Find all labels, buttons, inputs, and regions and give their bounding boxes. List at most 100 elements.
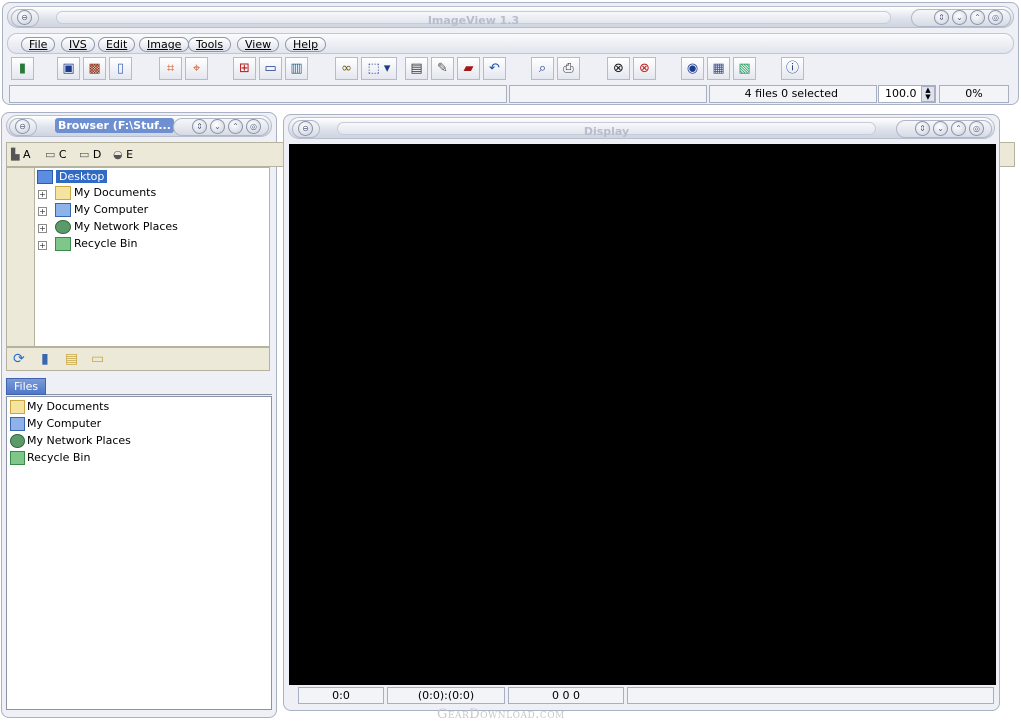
display-maximize-icon[interactable]: ⌃ <box>951 121 966 136</box>
print-icon[interactable]: ⎙ <box>557 57 580 80</box>
network-icon <box>10 434 25 448</box>
drive-a[interactable]: ▙ A <box>11 148 31 161</box>
cancel-black-icon[interactable]: ⊗ <box>607 57 630 80</box>
display-minimize-icon[interactable]: ⌄ <box>933 121 948 136</box>
computer-icon[interactable]: ▮ <box>41 351 49 367</box>
crop-icon[interactable]: ⌗ <box>159 57 182 80</box>
filmstrip-icon[interactable]: ▥ <box>285 57 308 80</box>
cursor-position-status: 0:0 <box>298 687 384 704</box>
computer-icon <box>10 417 25 431</box>
hard-drive-icon: ▭ <box>45 148 56 161</box>
tree-item-label: My Computer <box>74 203 149 216</box>
display-close-icon[interactable]: ◎ <box>969 121 984 136</box>
maximize-icon[interactable]: ⌃ <box>970 10 985 25</box>
folder-tree[interactable]: Desktop + My Documents + My Computer + M… <box>6 167 270 347</box>
display-titlebar[interactable]: ⊖ Display ⇕ ⌄ ⌃ ◎ <box>288 117 995 139</box>
restore-icon[interactable]: ⇕ <box>934 10 949 25</box>
drive-d[interactable]: ▭ D <box>79 148 101 161</box>
exit-icon[interactable]: ▮ <box>11 57 34 80</box>
tab-strip <box>46 378 272 395</box>
minimize-icon[interactable]: ⌄ <box>952 10 967 25</box>
zoom-spinner-icon[interactable]: ▲ ▼ <box>921 86 935 102</box>
drive-d-label: D <box>92 148 102 161</box>
file-item-label: Recycle Bin <box>27 451 91 464</box>
network-icon <box>55 220 71 234</box>
help-icon[interactable]: ⓘ <box>781 57 804 80</box>
menu-help[interactable]: Help <box>285 37 327 52</box>
monitor-icon[interactable]: ▭ <box>259 57 282 80</box>
folders-icon[interactable]: ▤ <box>65 351 78 367</box>
main-titlebar[interactable]: ⊖ ImageView 1.3 ⇕ ⌄ ⌃ ◎ <box>7 6 1014 28</box>
browser-maximize-icon[interactable]: ⌃ <box>228 119 243 134</box>
palette-icon[interactable]: ▧ <box>733 57 756 80</box>
title-track: ImageView 1.3 <box>56 11 891 27</box>
binoculars-icon[interactable]: ∞ <box>335 57 358 80</box>
menu-ivs[interactable]: IVS <box>61 37 95 52</box>
expand-icon[interactable]: + <box>38 190 47 199</box>
pencil-icon[interactable]: ✎ <box>431 57 454 80</box>
file-item-my-documents[interactable]: My Documents <box>10 398 109 415</box>
file-item-recycle-bin[interactable]: Recycle Bin <box>10 449 90 466</box>
display-status-pane <box>627 687 994 704</box>
browser-close-icon[interactable]: ◎ <box>246 119 261 134</box>
main-window-title: ImageView 1.3 <box>427 14 520 27</box>
expand-icon[interactable]: + <box>38 241 47 250</box>
drive-a-label: A <box>22 148 31 161</box>
save-icon[interactable]: ▣ <box>57 57 80 80</box>
menu-tools[interactable]: Tools <box>188 37 232 52</box>
display-restore-icon[interactable]: ⇕ <box>915 121 930 136</box>
watermark: GearDownload.com <box>437 707 565 722</box>
browser-minimize-icon[interactable]: ⌄ <box>210 119 225 134</box>
drive-c[interactable]: ▭ C <box>45 148 67 161</box>
browser-system-button[interactable]: ⊖ <box>15 119 30 134</box>
select-rect-icon[interactable]: ⬚ ▾ <box>361 57 397 80</box>
expand-icon[interactable]: + <box>38 224 47 233</box>
pixel-color-status: 0 0 0 <box>508 687 624 704</box>
tree-item-desktop[interactable]: Desktop <box>37 169 108 185</box>
tree-item-my-network-places[interactable]: My Network Places <box>55 219 178 235</box>
tree-desktop-label: Desktop <box>56 170 108 183</box>
file-item-my-computer[interactable]: My Computer <box>10 415 101 432</box>
hard-drive-icon: ▭ <box>79 148 90 161</box>
folder-icon[interactable]: ▭ <box>91 351 104 367</box>
tab-files[interactable]: Files <box>6 378 46 395</box>
browser-restore-icon[interactable]: ⇕ <box>192 119 207 134</box>
menu-view[interactable]: View <box>237 37 280 52</box>
display-system-button[interactable]: ⊖ <box>298 121 313 136</box>
close-icon[interactable]: ◎ <box>988 10 1003 25</box>
drive-e-label: E <box>126 148 134 161</box>
browser-titlebar[interactable]: ⊖ Browser (F:\Stuf... ⇕ ⌄ ⌃ ◎ <box>6 115 272 137</box>
new-page-icon[interactable]: ▯ <box>109 57 132 80</box>
grid-icon[interactable]: ⊞ <box>233 57 256 80</box>
cd-drive-icon: ◒ <box>113 148 123 161</box>
file-item-my-network-places[interactable]: My Network Places <box>10 432 131 449</box>
menu-file[interactable]: File <box>21 37 56 52</box>
system-menu-button[interactable]: ⊖ <box>17 10 32 25</box>
file-item-label: My Documents <box>27 400 110 413</box>
image-display-canvas[interactable] <box>289 144 996 685</box>
tree-item-label: Recycle Bin <box>74 237 138 250</box>
refresh-icon[interactable]: ⟳ <box>13 351 25 367</box>
file-item-label: My Computer <box>27 417 102 430</box>
tree-item-my-computer[interactable]: My Computer <box>55 202 148 218</box>
folder-icon <box>10 400 25 414</box>
tree-item-label: My Documents <box>74 186 157 199</box>
menu-edit[interactable]: Edit <box>98 37 136 52</box>
expand-icon[interactable]: + <box>38 207 47 216</box>
browser-window-controls: ⇕ ⌄ ⌃ ◎ <box>173 118 269 136</box>
drive-e[interactable]: ◒ E <box>113 148 133 161</box>
resize-icon[interactable]: ⌖ <box>185 57 208 80</box>
globe-icon[interactable]: ◉ <box>681 57 704 80</box>
menu-image[interactable]: Image <box>139 37 190 52</box>
properties-icon[interactable]: ▤ <box>405 57 428 80</box>
book-icon[interactable]: ▰ <box>457 57 480 80</box>
window-controls: ⇕ ⌄ ⌃ ◎ <box>911 9 1011 27</box>
zoom-icon[interactable]: ⌕ <box>531 57 554 80</box>
cancel-red-icon[interactable]: ⊗ <box>633 57 656 80</box>
undo-icon[interactable]: ↶ <box>483 57 506 80</box>
photo-icon[interactable]: ▩ <box>83 57 106 80</box>
display-title-track: Display <box>337 122 876 138</box>
thumbnails-icon[interactable]: ▦ <box>707 57 730 80</box>
tree-item-recycle-bin[interactable]: Recycle Bin <box>55 236 137 252</box>
tree-item-my-documents[interactable]: My Documents <box>55 185 156 201</box>
